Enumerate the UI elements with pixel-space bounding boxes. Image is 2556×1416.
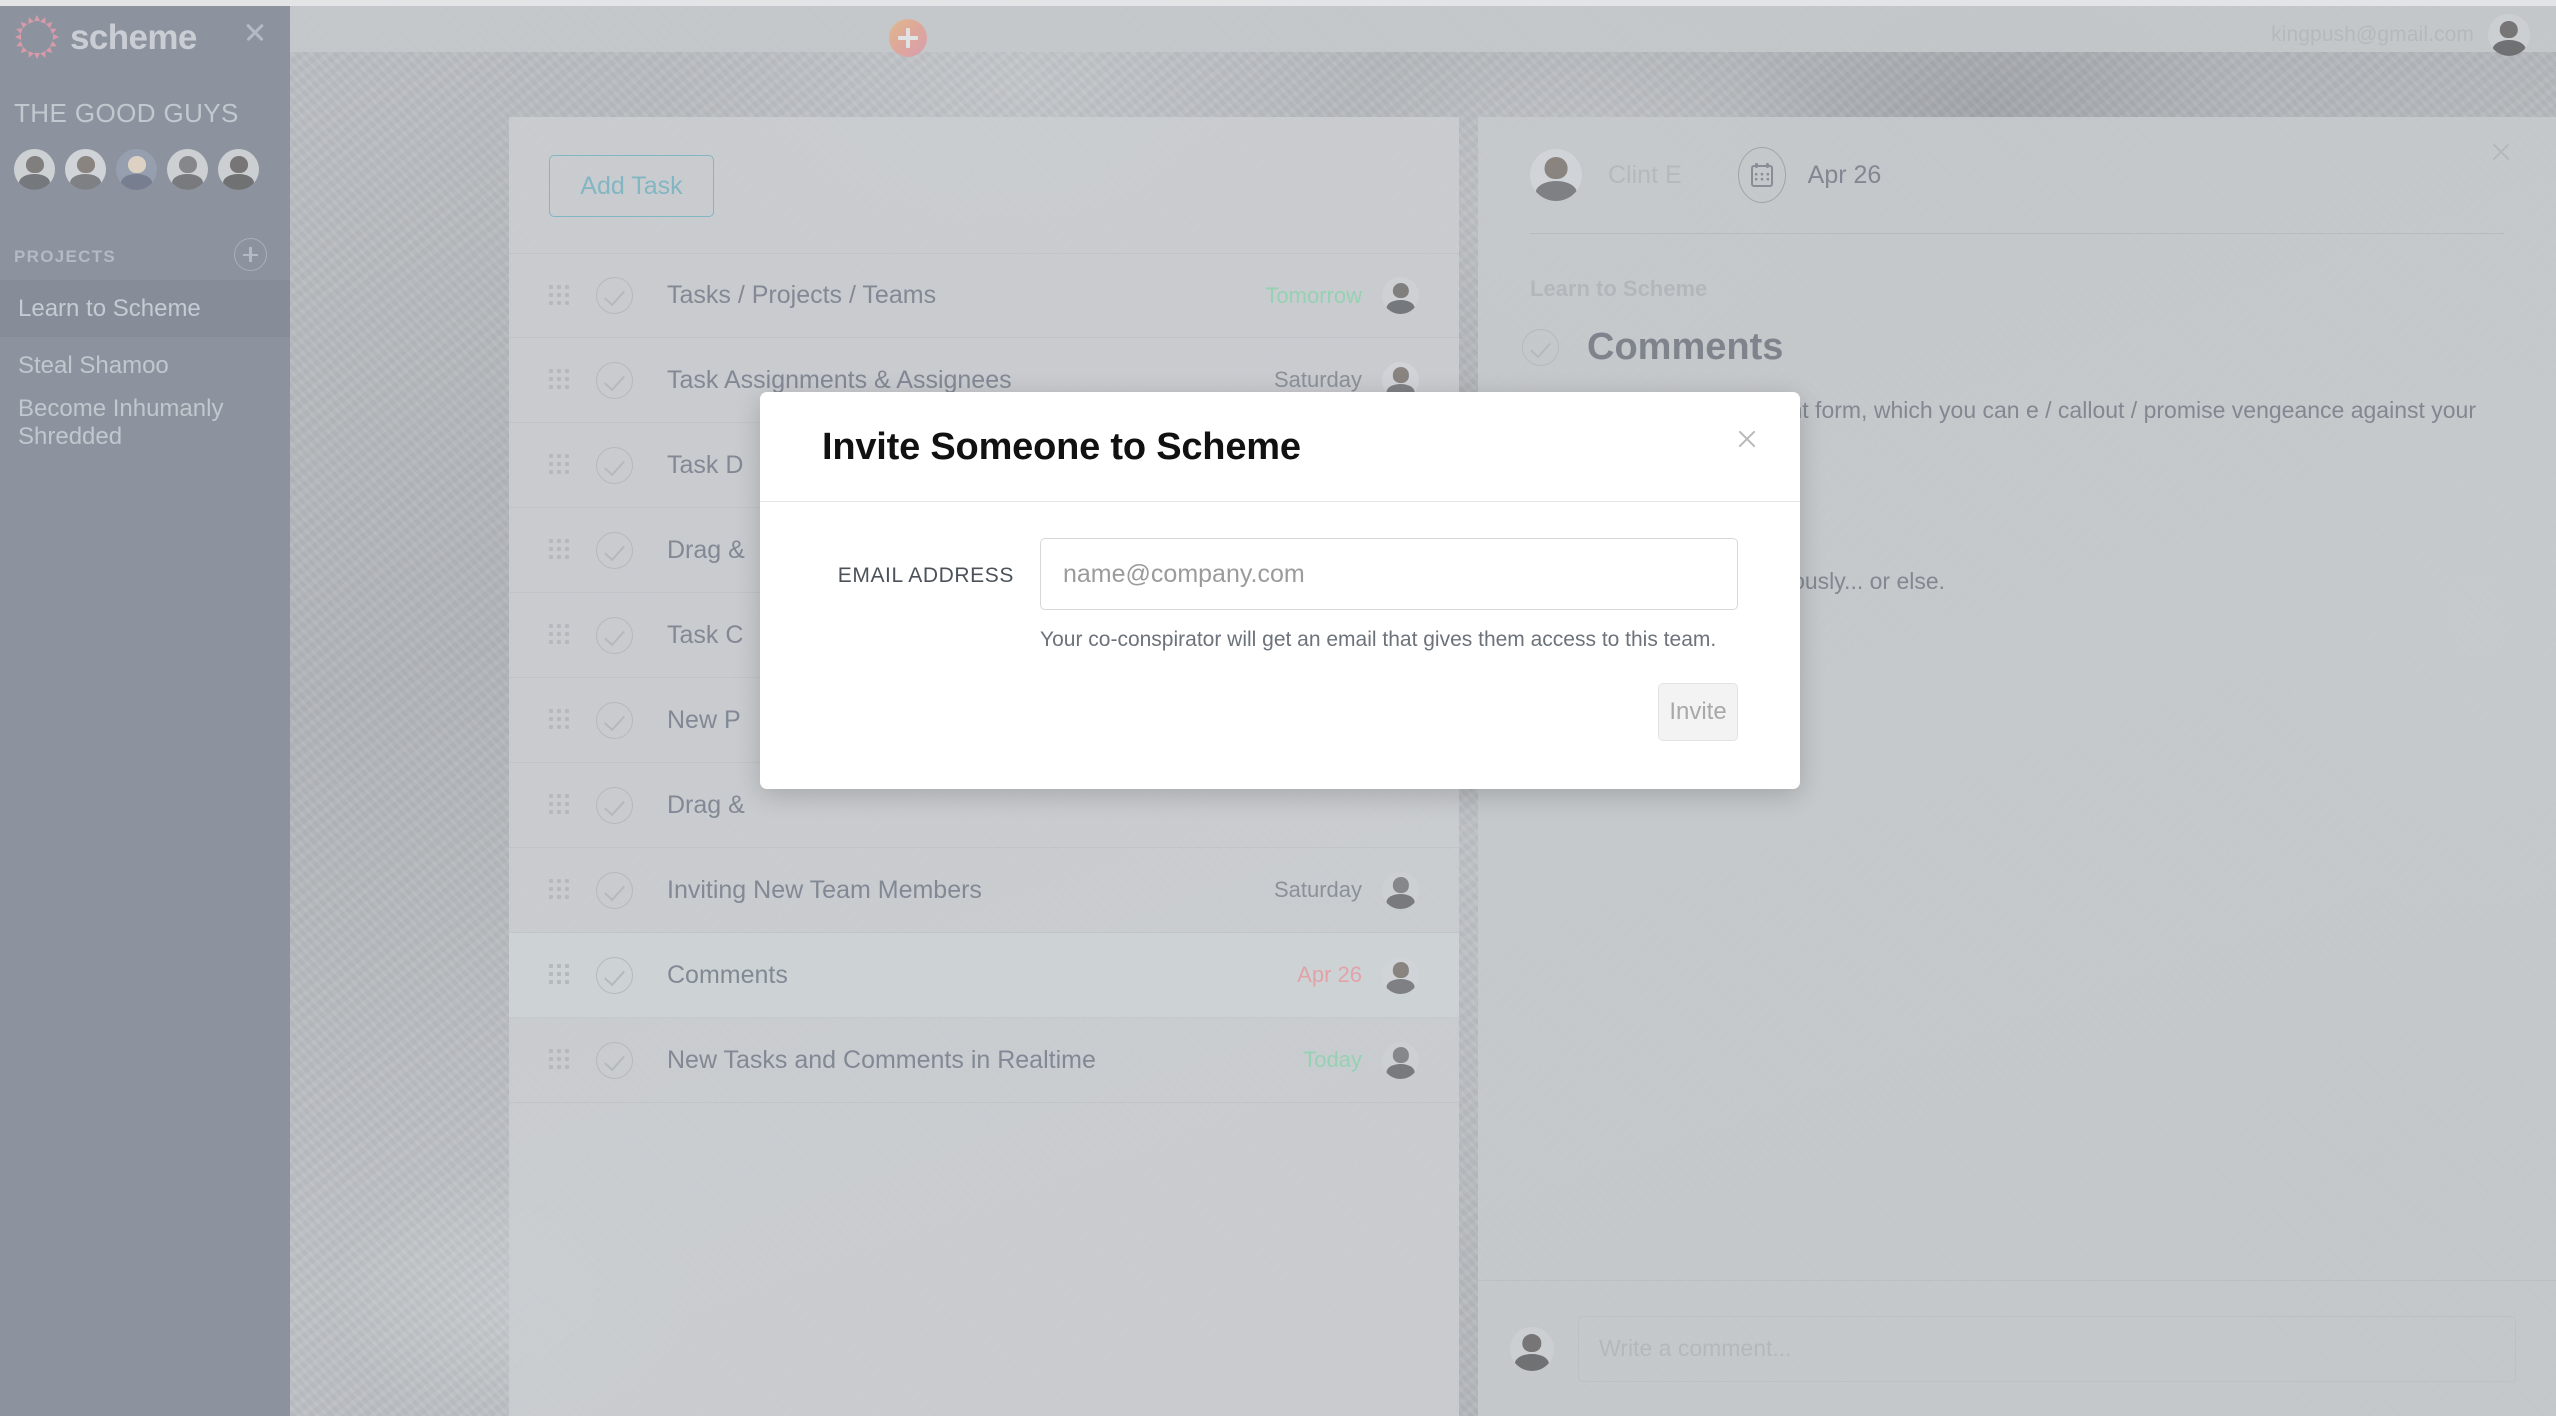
invite-modal: Invite Someone to Scheme EMAIL ADDRESS Y… [760, 392, 1800, 789]
modal-header: Invite Someone to Scheme [760, 392, 1800, 502]
app-root: kingpush@gmail.com scheme THE GOOD GUYS … [0, 0, 2556, 1416]
email-help-text: Your co-conspirator will get an email th… [1040, 628, 1717, 651]
email-field-wrapper: Your co-conspirator will get an email th… [1040, 538, 1738, 655]
modal-body: EMAIL ADDRESS Your co-conspirator will g… [760, 502, 1800, 683]
invite-button[interactable]: Invite [1658, 682, 1738, 741]
close-icon[interactable] [1734, 426, 1760, 452]
email-field-label: EMAIL ADDRESS [837, 564, 1014, 587]
modal-overlay[interactable]: Invite Someone to Scheme EMAIL ADDRESS Y… [0, 0, 2556, 1416]
email-field[interactable] [1040, 538, 1738, 610]
modal-title: Invite Someone to Scheme [822, 426, 1301, 468]
modal-footer: Invite [760, 682, 1800, 789]
